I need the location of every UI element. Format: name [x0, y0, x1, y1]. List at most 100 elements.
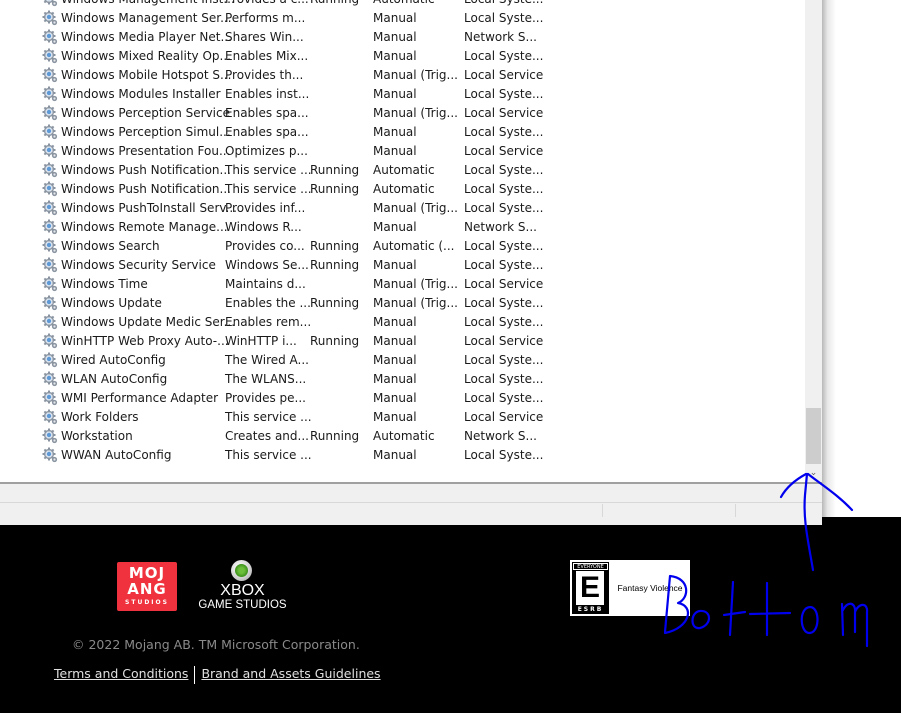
service-row[interactable]: Windows Management Ser... Performs m... Ma… [0, 9, 805, 28]
service-row[interactable]: Windows Time Maintains d... Manual (Trig..… [0, 275, 805, 294]
service-log-on-as: Local Syste... [464, 315, 544, 329]
service-log-on-as: Local Syste... [464, 296, 544, 310]
esrb-rating-badge[interactable]: EVERYONE 10+ E ESRB Fantasy Violence [570, 560, 690, 616]
service-log-on-as: Local Service [464, 410, 544, 424]
service-gear-icon [42, 275, 60, 295]
service-row[interactable]: Windows Search Provides co... Running Autom… [0, 237, 805, 256]
service-log-on-as: Local Syste... [464, 182, 544, 196]
service-row[interactable]: Windows Update Enables the ... Running Manu… [0, 294, 805, 313]
service-row[interactable]: Windows Mixed Reality Op... Enables Mix..… [0, 47, 805, 66]
service-startup-type: Automatic (... [373, 239, 455, 253]
esrb-label: ESRB [577, 606, 604, 613]
service-gear-icon [42, 256, 60, 276]
service-name: Workstation [61, 429, 133, 443]
service-name: Windows Perception Service [61, 106, 230, 120]
service-gear-icon [42, 199, 60, 219]
service-log-on-as: Local Syste... [464, 163, 544, 177]
service-description: Enables rem... [225, 315, 312, 329]
service-row[interactable]: Windows Security Service Windows Se... Run… [0, 256, 805, 275]
service-description: This service ... [225, 410, 312, 424]
scrollbar-thumb[interactable] [806, 408, 821, 464]
service-row[interactable]: Windows Perception Service Enables spa...… [0, 104, 805, 123]
service-row[interactable]: WinHTTP Web Proxy Auto-... WinHTTP i... Ru… [0, 332, 805, 351]
service-name: Windows Management Ser... [61, 11, 232, 25]
service-row[interactable]: Windows Push Notification... This service… [0, 180, 805, 199]
mojang-studios-logo[interactable]: MOJ ANG STUDIOS [117, 562, 177, 611]
services-window: Windows Management Inst...Provides a c..… [0, 0, 822, 525]
service-name: Windows Remote Manage... [61, 220, 228, 234]
service-gear-icon [42, 180, 60, 200]
service-description: Enables inst... [225, 87, 310, 101]
service-log-on-as: Local Syste... [464, 372, 544, 386]
service-gear-icon [42, 218, 60, 238]
service-name: Windows Push Notification... [61, 182, 231, 196]
xbox-logo-line2: GAME STUDIOS [198, 599, 287, 611]
service-log-on-as: Network S... [464, 429, 537, 443]
service-row[interactable]: WMI Performance Adapter Provides pe... Man… [0, 389, 805, 408]
xbox-sphere-icon [231, 560, 252, 581]
services-list: Windows Management Inst...Provides a c..… [0, 0, 805, 482]
service-name: WWAN AutoConfig [61, 448, 172, 462]
service-gear-icon [42, 28, 60, 48]
service-log-on-as: Local Syste... [464, 87, 544, 101]
service-gear-icon [42, 446, 60, 466]
service-row[interactable]: WWAN AutoConfig This service ... Manual Loc… [0, 446, 805, 465]
service-row[interactable]: Workstation Creates and... Running Automati… [0, 427, 805, 446]
horizontal-bar [0, 484, 822, 503]
service-gear-icon [42, 85, 60, 105]
service-row[interactable]: Wired AutoConfig The Wired A... Manual Loca… [0, 351, 805, 370]
service-name: WLAN AutoConfig [61, 372, 168, 386]
service-row[interactable]: Windows PushToInstall Serv... Provides in… [0, 199, 805, 218]
service-startup-type: Automatic [373, 429, 435, 443]
service-log-on-as: Local Syste... [464, 49, 544, 63]
service-startup-type: Automatic [373, 0, 435, 9]
service-row[interactable]: Windows Remote Manage... Windows R... Manu… [0, 218, 805, 237]
service-startup-type: Manual (Trig... [373, 277, 458, 291]
mojang-logo-line1: MOJ [128, 564, 166, 582]
service-row[interactable]: WLAN AutoConfig The WLANS... Manual Local S… [0, 370, 805, 389]
service-description: Creates and... [225, 429, 309, 443]
service-row[interactable]: Windows Update Medic Ser... Enables rem..… [0, 313, 805, 332]
service-startup-type: Manual (Trig... [373, 296, 458, 310]
service-gear-icon [42, 66, 60, 86]
service-row[interactable]: Windows Push Notification... This service… [0, 161, 805, 180]
service-row[interactable]: Windows Management Inst...Provides a c..… [0, 0, 805, 9]
service-status: Running [310, 296, 360, 310]
xbox-game-studios-logo[interactable]: XBOX GAME STUDIOS [195, 560, 290, 615]
service-row[interactable]: Windows Presentation Fou... Optimizes p..… [0, 142, 805, 161]
service-row[interactable]: Windows Media Player Net... Shares Win...… [0, 28, 805, 47]
service-log-on-as: Local Syste... [464, 125, 544, 139]
service-name: Windows Time [61, 277, 148, 291]
service-name: Windows PushToInstall Serv... [61, 201, 237, 215]
service-name: Work Folders [61, 410, 139, 424]
service-startup-type: Manual [373, 391, 417, 405]
scroll-down-arrow-icon[interactable]: ⌄ [806, 465, 821, 481]
service-startup-type: Manual [373, 144, 417, 158]
service-row[interactable]: Work Folders This service ... Manual Local … [0, 408, 805, 427]
service-status: Running [310, 429, 360, 443]
service-description: Shares Win... [225, 30, 304, 44]
service-gear-icon [42, 389, 60, 409]
service-startup-type: Manual [373, 372, 417, 386]
service-gear-icon [42, 9, 60, 29]
service-name: Windows Search [61, 239, 160, 253]
brand-and-assets-guidelines-link[interactable]: Brand and Assets Guidelines [201, 666, 380, 681]
window-shadow [822, 0, 836, 517]
service-status: Running [310, 258, 360, 272]
service-row[interactable]: Windows Perception Simul... Enables spa..… [0, 123, 805, 142]
esrb-descriptor: Fantasy Violence [617, 583, 683, 593]
service-log-on-as: Local Syste... [464, 391, 544, 405]
service-startup-type: Manual (Trig... [373, 106, 458, 120]
service-startup-type: Manual (Trig... [373, 68, 458, 82]
copyright-text: © 2022 Mojang AB. TM Microsoft Corporati… [72, 637, 360, 652]
service-status: Running [310, 163, 360, 177]
service-startup-type: Automatic [373, 163, 435, 177]
service-row[interactable]: Windows Mobile Hotspot S... Provides th..… [0, 66, 805, 85]
terms-and-conditions-link[interactable]: Terms and Conditions [54, 666, 188, 681]
service-row[interactable]: Windows Modules Installer Enables inst...… [0, 85, 805, 104]
service-description: Enables Mix... [225, 49, 309, 63]
service-log-on-as: Network S... [464, 220, 537, 234]
service-log-on-as: Local Syste... [464, 448, 544, 462]
service-name: Windows Mixed Reality Op... [61, 49, 231, 63]
service-startup-type: Manual [373, 353, 417, 367]
